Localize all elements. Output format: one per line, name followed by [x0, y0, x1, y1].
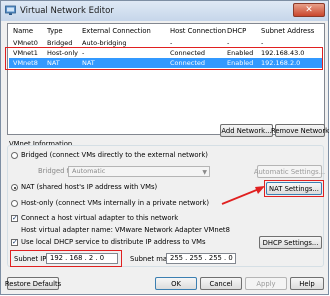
connect-adapter-label[interactable]: Connect a host virtual adapter to this n… — [21, 214, 178, 222]
close-button[interactable]: ✕ — [293, 3, 325, 17]
close-icon: ✕ — [305, 5, 313, 15]
connect-adapter-checkbox[interactable]: ✓ — [11, 215, 18, 222]
cell-external-connection: Auto-bridging — [82, 39, 127, 47]
window-title: Virtual Network Editor — [20, 6, 114, 16]
host-only-radio[interactable] — [11, 200, 18, 207]
dhcp-settings-button[interactable]: DHCP Settings... — [259, 236, 322, 249]
annotation-highlight-nat-settings — [264, 180, 324, 197]
column-header-external-connection[interactable]: External Connection — [82, 27, 151, 35]
automatic-settings-button[interactable]: Automatic Settings... — [254, 165, 325, 178]
bridged-to-select[interactable]: Automatic ▼ — [68, 166, 210, 177]
host-only-label[interactable]: Host-only (connect VMs internally in a p… — [21, 199, 209, 207]
bridged-radio[interactable] — [11, 152, 18, 159]
column-header-dhcp[interactable]: DHCP — [227, 27, 246, 35]
adapter-name-label: Host virtual adapter name: VMware Networ… — [21, 226, 230, 234]
annotation-highlight-vmnet-rows — [5, 47, 323, 70]
restore-defaults-button[interactable]: Restore Defaults — [5, 277, 61, 290]
column-header-type[interactable]: Type — [47, 27, 63, 35]
nat-radio[interactable] — [11, 184, 18, 191]
bridged-to-value: Automatic — [72, 167, 106, 175]
title-bar: Virtual Network Editor ✕ — [1, 1, 328, 21]
network-list[interactable]: Name Type External Connection Host Conne… — [7, 23, 325, 135]
cancel-button[interactable]: Cancel — [200, 277, 242, 290]
cell-subnet: - — [261, 39, 264, 47]
annotation-highlight-subnet-ip — [10, 250, 122, 267]
use-dhcp-label[interactable]: Use local DHCP service to distribute IP … — [21, 238, 206, 246]
column-header-subnet-address[interactable]: Subnet Address — [261, 27, 314, 35]
cell-host-connection: - — [170, 39, 173, 47]
column-header-name[interactable]: Name — [13, 27, 33, 35]
dialog-body: Name Type External Connection Host Conne… — [4, 21, 329, 293]
add-network-button[interactable]: Add Network... — [220, 124, 273, 137]
use-dhcp-checkbox[interactable]: ✓ — [11, 239, 18, 246]
remove-network-button[interactable]: Remove Network — [271, 124, 329, 137]
bridged-label[interactable]: Bridged (connect VMs directly to the ext… — [21, 151, 208, 159]
virtual-network-editor-window: Virtual Network Editor ✕ Name Type Exter… — [0, 0, 329, 295]
column-header-host-connection[interactable]: Host Connection — [170, 27, 226, 35]
chevron-down-icon: ▼ — [202, 169, 207, 176]
apply-button[interactable]: Apply — [245, 277, 287, 290]
nat-label[interactable]: NAT (shared host's IP address with VMs) — [21, 183, 157, 191]
ok-button[interactable]: OK — [155, 277, 197, 290]
cell-type: Bridged — [47, 39, 73, 47]
help-button[interactable]: Help — [290, 277, 324, 290]
subnet-mask-input[interactable]: 255 . 255 . 255 . 0 — [166, 253, 236, 264]
cell-dhcp: - — [227, 39, 230, 47]
cell-name: VMnet0 — [13, 39, 38, 47]
annotation-arrow-icon — [221, 186, 265, 205]
network-app-icon — [5, 5, 16, 15]
